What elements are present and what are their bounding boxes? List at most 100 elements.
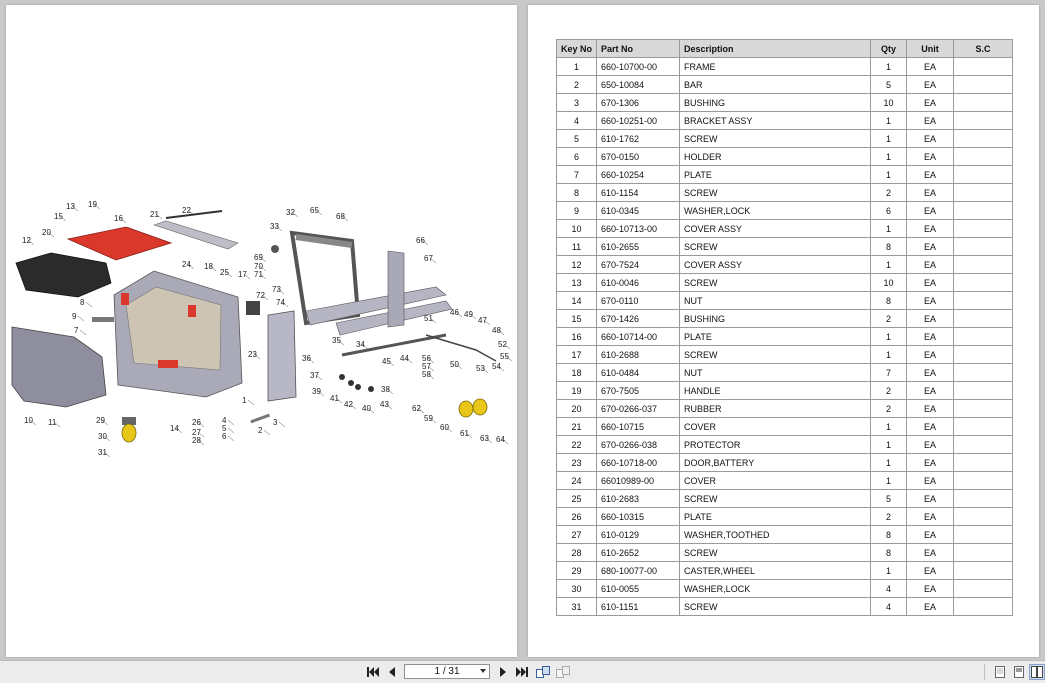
key-no-cell: 27: [555, 525, 598, 544]
key-no-cell: 9: [555, 201, 598, 220]
part-no-cell: 660-10251-00: [596, 111, 681, 130]
part-no-cell: 610-0055: [596, 579, 681, 598]
part-no-cell: 610-1151: [596, 597, 681, 616]
table-row: 27 610-0129 WASHER,TOOTHED 8 EA: [555, 525, 1014, 544]
table-row: 15 670-1426 BUSHING 2 EA: [555, 309, 1014, 328]
callout-label: 73: [272, 285, 281, 294]
two-page-view-icon[interactable]: [1011, 664, 1027, 680]
callout-label: 63: [480, 434, 489, 443]
red-plate-part: [66, 226, 173, 261]
unit-cell: EA: [906, 525, 955, 544]
description-cell: DOOR,BATTERY: [679, 453, 872, 472]
viewer-toolbar: 1 / 31: [0, 660, 1045, 683]
callout-label: 20: [42, 228, 51, 237]
part-no-cell: 670-0150: [596, 147, 681, 166]
top-cover-part: [15, 252, 112, 298]
unit-cell: EA: [906, 579, 955, 598]
protector-bar-part: [165, 210, 223, 219]
callout-label: 19: [88, 200, 97, 209]
diagram-page: 1 2 3 4 5 6 7 8 9 10 11 12 13 14 15 16 17 18 19 20 21 22 23 24 2…: [6, 5, 517, 657]
unit-cell: EA: [906, 507, 955, 526]
sc-cell: [953, 237, 1014, 256]
callout-label: 21: [150, 210, 159, 219]
rotate-view-alt-icon[interactable]: [555, 664, 571, 680]
qty-cell: 5: [870, 75, 908, 94]
table-row: 14 670-0110 NUT 8 EA: [555, 291, 1014, 310]
description-cell: SCREW: [679, 183, 872, 202]
table-row: 29 680-10077-00 CASTER,WHEEL 1 EA: [555, 561, 1014, 580]
part-no-cell: 610-0484: [596, 363, 681, 382]
description-cell: BUSHING: [679, 309, 872, 328]
part-no-cell: 610-0046: [596, 273, 681, 292]
callout-label: 61: [460, 429, 469, 438]
sc-cell: [953, 57, 1014, 76]
unit-cell: EA: [906, 219, 955, 238]
qty-cell: 4: [870, 579, 908, 598]
part-no-cell: 670-0266-038: [596, 435, 681, 454]
key-no-cell: 24: [555, 471, 598, 490]
table-row: 6 670-0150 HOLDER 1 EA: [555, 147, 1014, 166]
table-row: 11 610-2655 SCREW 8 EA: [555, 237, 1014, 256]
table-row: 13 610-0046 SCREW 10 EA: [555, 273, 1014, 292]
side-cover-part: [11, 326, 107, 408]
sc-cell: [953, 435, 1014, 454]
callout-label: 15: [54, 212, 63, 221]
key-no-cell: 19: [555, 381, 598, 400]
sc-cell: [953, 597, 1014, 616]
part-no-cell: 610-0129: [596, 525, 681, 544]
previous-page-icon[interactable]: [384, 664, 400, 680]
callout-label: 64: [496, 435, 505, 444]
description-cell: BRACKET ASSY: [679, 111, 872, 130]
qty-cell: 1: [870, 219, 908, 238]
callout-label: 53: [476, 364, 485, 373]
unit-cell: EA: [906, 417, 955, 436]
description-cell: SCREW: [679, 129, 872, 148]
toolbar-divider: [984, 664, 985, 680]
description-cell: WASHER,LOCK: [679, 579, 872, 598]
sc-cell: [953, 93, 1014, 112]
unit-cell: EA: [906, 129, 955, 148]
callout-label: 54: [492, 362, 501, 371]
description-cell: RUBBER: [679, 399, 872, 418]
single-page-view-icon[interactable]: [992, 664, 1008, 680]
callout-label: 37: [310, 371, 319, 380]
callout-label: 45: [382, 357, 391, 366]
unit-cell: EA: [906, 327, 955, 346]
leader-line: [247, 399, 255, 406]
callout-label: 29: [96, 416, 105, 425]
key-no-cell: 23: [555, 453, 598, 472]
description-cell: NUT: [679, 291, 872, 310]
col-header-sc: S.C: [953, 39, 1014, 58]
part-no-cell: 660-10718-00: [596, 453, 681, 472]
unit-cell: EA: [906, 381, 955, 400]
unit-cell: EA: [906, 309, 955, 328]
two-page-continuous-view-icon[interactable]: [1029, 664, 1045, 680]
rotate-view-icon[interactable]: [535, 664, 551, 680]
callout-label: 32: [286, 208, 295, 217]
part-no-cell: 610-1154: [596, 183, 681, 202]
callout-label: 52: [498, 340, 507, 349]
key-no-cell: 15: [555, 309, 598, 328]
part-no-cell: 660-10700-00: [596, 57, 681, 76]
callout-label: 74: [276, 298, 285, 307]
chevron-down-icon: [480, 669, 486, 673]
callout-label: 39: [312, 387, 321, 396]
next-page-icon[interactable]: [495, 664, 511, 680]
qty-cell: 2: [870, 183, 908, 202]
key-no-cell: 8: [555, 183, 598, 202]
key-no-cell: 18: [555, 363, 598, 382]
sc-cell: [953, 75, 1014, 94]
callout-label: 13: [66, 202, 75, 211]
part-no-cell: 670-7524: [596, 255, 681, 274]
skip-to-first-icon[interactable]: [365, 664, 381, 680]
qty-cell: 1: [870, 345, 908, 364]
skip-to-last-icon[interactable]: [514, 664, 530, 680]
callout-label: 16: [114, 214, 123, 223]
page-number-dropdown[interactable]: 1 / 31: [404, 664, 490, 679]
unit-cell: EA: [906, 255, 955, 274]
sc-cell: [953, 309, 1014, 328]
qty-cell: 10: [870, 93, 908, 112]
unit-cell: EA: [906, 561, 955, 580]
key-no-cell: 30: [555, 579, 598, 598]
description-cell: HOLDER: [679, 147, 872, 166]
